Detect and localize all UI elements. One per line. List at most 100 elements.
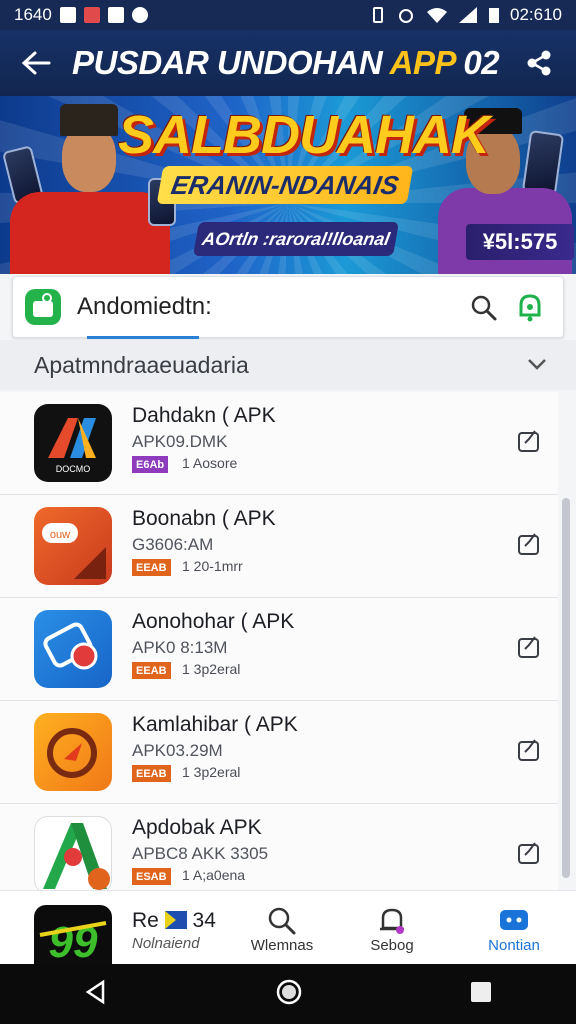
promo-banner[interactable]: SALBDUAHAK ERANIN-NDANAIS AOrtln :rarora…: [0, 96, 576, 274]
app-size: APK0 8:13M: [132, 638, 228, 657]
bottom-nav: 99 Re 34 Nolnaiend Wlemnas Sebog Nontian: [0, 890, 576, 965]
flag-icon: [164, 911, 187, 929]
banner-cta[interactable]: AOrtln :raroral!lloanal: [193, 222, 399, 256]
app-badge: ESAB: [132, 868, 171, 885]
chat-icon: [500, 910, 528, 930]
app-meta: 1 20-1mrr: [182, 558, 243, 574]
status-time-right: 02:610: [510, 5, 562, 24]
list-item[interactable]: ouw Boonabn ( APK G3606:AM EEAB 1 20-1mr…: [0, 495, 558, 598]
system-home-button[interactable]: [275, 978, 303, 1011]
app-meta: 1 A;a0ena: [182, 867, 246, 883]
svg-text:DOCMO: DOCMO: [56, 464, 91, 474]
status-time-left: 1640: [14, 5, 52, 24]
app-name: Kamlahibar ( APK: [132, 713, 298, 736]
download-icon: [518, 739, 539, 761]
triangle-back-icon: [85, 979, 105, 1004]
download-icon: [518, 533, 539, 555]
app-icon: 99: [34, 905, 112, 965]
app-icon: [34, 713, 112, 791]
chevron-down-icon: [528, 359, 546, 370]
notification-button[interactable]: [511, 289, 549, 327]
square-recents-icon: [471, 981, 491, 1002]
screenshot-icon: [107, 7, 124, 23]
download-button[interactable]: [514, 838, 544, 868]
app-size: APK03.29M: [132, 741, 223, 760]
svg-text:ouw: ouw: [50, 529, 70, 541]
download-icon: [518, 636, 539, 658]
app-badge: E6Ab: [132, 456, 169, 473]
alarm-icon: [399, 9, 413, 23]
list-item[interactable]: Kamlahibar ( APK APK03.29M EEAB 1 3p2era…: [0, 701, 558, 804]
vibrate-icon: [373, 7, 383, 23]
app-name: Aonohohar ( APK: [132, 610, 295, 633]
download-icon: [518, 430, 539, 452]
app-list: DOCMO Dahdakn ( APK APK09.DMK E6Ab 1 Aos…: [0, 392, 558, 907]
app-size: APK09.DMK: [132, 432, 228, 451]
download-button[interactable]: [514, 529, 544, 559]
gallery-icon: [59, 7, 76, 23]
list-item-partial[interactable]: 99 Re 34 Nolnaiend: [0, 891, 230, 965]
nav-tab-label: Wlemnas: [250, 937, 314, 954]
battery-icon: [489, 8, 499, 23]
app-meta: 1 3p2eral: [182, 661, 241, 677]
app-size: G3606:AM: [132, 535, 214, 554]
scrollbar[interactable]: [562, 498, 570, 878]
nav-tab-label: Sebog: [370, 937, 414, 954]
system-nav-bar: [0, 964, 576, 1024]
android-app-icon: [25, 289, 61, 325]
search-bar: [12, 276, 564, 339]
back-button[interactable]: [0, 30, 72, 96]
list-item[interactable]: Aonohohar ( APK APK0 8:13M EEAB 1 3p2era…: [0, 598, 558, 701]
search-button[interactable]: [465, 289, 503, 327]
nav-tab-search[interactable]: Wlemnas: [236, 905, 328, 954]
banner-headline: SALBDUAHAK: [118, 105, 490, 165]
app-icon: [34, 610, 112, 688]
system-recents-button[interactable]: [469, 980, 493, 1009]
search-icon: [268, 907, 296, 935]
status-bar: 1640 02:610: [0, 0, 576, 30]
app-badge: EEAB: [132, 765, 171, 782]
nav-tab-label: Nontian: [488, 937, 540, 954]
signal-icon: [459, 7, 477, 23]
title-accent: APP: [389, 44, 456, 81]
search-underline: [87, 336, 199, 339]
app-icon: [34, 816, 112, 894]
app-name: Dahdakn ( APK: [132, 404, 276, 427]
app-subtitle: Nolnaiend: [132, 935, 200, 952]
download-button[interactable]: [514, 632, 544, 662]
nav-tab-notifications[interactable]: Sebog: [346, 905, 438, 954]
download-button[interactable]: [514, 735, 544, 765]
app-name: Apdobak APK: [132, 816, 262, 839]
list-item[interactable]: DOCMO Dahdakn ( APK APK09.DMK E6Ab 1 Aos…: [0, 392, 558, 495]
system-back-button[interactable]: [83, 979, 109, 1010]
banner-subheadline: ERANIN-NDANAIS: [156, 166, 414, 204]
section-title: Apatmndraaeuadaria: [34, 351, 249, 378]
wifi-icon: [427, 8, 447, 23]
title-suffix: 02: [454, 44, 500, 81]
app-icon: ouw: [34, 507, 112, 585]
arrow-left-icon: [21, 51, 51, 75]
circle-home-icon: [276, 979, 302, 1004]
bell-icon: [380, 908, 404, 934]
banner-price: ¥5l:575: [466, 224, 574, 260]
title-main: PUSDAR UNDOHAN: [72, 44, 390, 81]
nav-tab-messages[interactable]: Nontian: [468, 905, 560, 954]
app-name: Re 34: [132, 909, 216, 932]
share-button[interactable]: [520, 44, 558, 82]
app-badge: EEAB: [132, 559, 171, 576]
app-name: Boonabn ( APK: [132, 507, 276, 530]
section-header[interactable]: Apatmndraaeuadaria: [0, 340, 576, 390]
bell-icon: [519, 294, 541, 322]
app-size: APBC8 AKK 3305: [132, 844, 269, 863]
app-meta: 1 3p2eral: [182, 764, 241, 780]
search-input[interactable]: [77, 293, 437, 321]
app-notification-icon: [83, 7, 100, 23]
download-button[interactable]: [514, 426, 544, 456]
search-icon: [471, 295, 497, 321]
top-app-bar: PUSDAR UNDOHAN APP 02: [0, 30, 576, 96]
page-title: PUSDAR UNDOHAN APP 02: [72, 44, 500, 82]
download-icon: [518, 842, 539, 864]
messenger-icon: [131, 7, 148, 23]
app-icon: DOCMO: [34, 404, 112, 482]
share-icon: [527, 50, 551, 76]
